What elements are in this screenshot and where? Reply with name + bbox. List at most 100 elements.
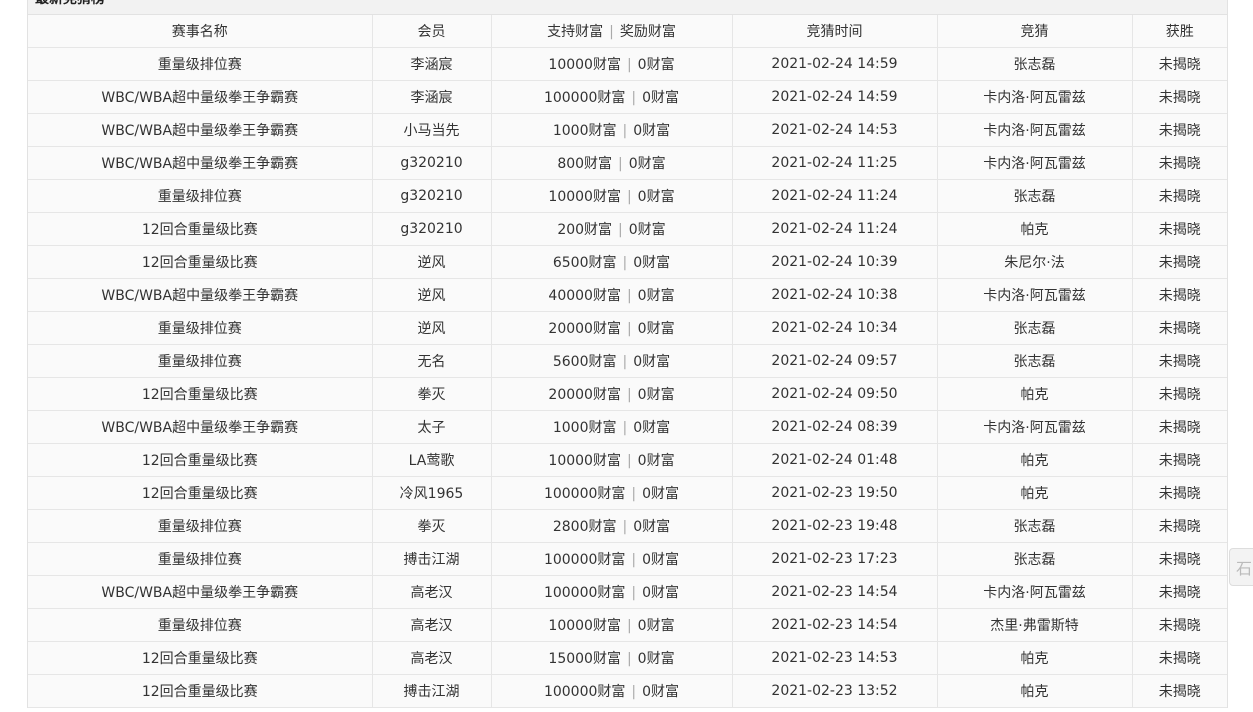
cell-time: 2021-02-24 11:24 — [732, 212, 938, 246]
cell-time: 2021-02-23 13:52 — [732, 674, 938, 708]
table-row: 12回合重量级比赛 高老汉 15000财富 | 0财富 2021-02-23 14:53 帕… — [28, 641, 1227, 675]
cell-time: 2021-02-23 14:54 — [732, 575, 938, 609]
reward-value: 0财富 — [637, 651, 675, 667]
table-row: 重量级排位赛 搏击江湖 100000财富 | 0财富 2021-02-23 17:23 张志… — [28, 542, 1227, 576]
cell-event: 重量级排位赛 — [28, 608, 373, 642]
reward-value: 0财富 — [633, 255, 671, 271]
cell-guess: 帕克 — [937, 212, 1133, 246]
cell-guess: 帕克 — [937, 377, 1133, 411]
cell-time: 2021-02-24 10:34 — [732, 311, 938, 345]
cell-guess: 帕克 — [937, 476, 1133, 510]
support-value: 100000财富 — [543, 585, 626, 601]
support-value: 100000财富 — [543, 552, 626, 568]
support-value: 800财富 — [557, 156, 613, 172]
cell-event: 重量级排位赛 — [28, 47, 373, 81]
cell-member: 高老汉 — [372, 575, 492, 609]
wealth-separator: | — [626, 189, 632, 205]
cell-winner: 未揭晓 — [1132, 212, 1227, 246]
cell-winner: 未揭晓 — [1132, 113, 1227, 147]
cell-winner: 未揭晓 — [1132, 344, 1227, 378]
cell-member: 逆风 — [372, 278, 492, 312]
cell-member: 小马当先 — [372, 113, 492, 147]
table-row: 12回合重量级比赛 搏击江湖 100000财富 | 0财富 2021-02-23 13:5… — [28, 674, 1227, 708]
cell-wealth: 6500财富 | 0财富 — [491, 245, 733, 279]
cell-wealth: 100000财富 | 0财富 — [491, 476, 733, 510]
cell-time: 2021-02-24 11:24 — [732, 179, 938, 213]
support-value: 5600财富 — [552, 354, 617, 370]
cell-winner: 未揭晓 — [1132, 608, 1227, 642]
header-winner: 获胜 — [1132, 15, 1227, 48]
cell-event: 12回合重量级比赛 — [28, 377, 373, 411]
table-row: WBC/WBA超中量级拳王争霸赛 小马当先 1000财富 | 0财富 2021-02-24… — [28, 113, 1227, 147]
support-value: 6500财富 — [552, 255, 617, 271]
cell-event: WBC/WBA超中量级拳王争霸赛 — [28, 146, 373, 180]
cell-member: 高老汉 — [372, 608, 492, 642]
cell-guess: 朱尼尔·法 — [937, 245, 1133, 279]
reward-value: 0财富 — [633, 420, 671, 436]
wealth-separator: | — [631, 684, 637, 700]
wealth-separator: | — [631, 486, 637, 502]
cell-time: 2021-02-23 14:54 — [732, 608, 938, 642]
cell-time: 2021-02-24 14:59 — [732, 80, 938, 114]
cell-member: 太子 — [372, 410, 492, 444]
table-row: 重量级排位赛 高老汉 10000财富 | 0财富 2021-02-23 14:54 杰里·弗… — [28, 608, 1227, 642]
cell-winner: 未揭晓 — [1132, 245, 1227, 279]
cell-event: 重量级排位赛 — [28, 179, 373, 213]
cell-winner: 未揭晓 — [1132, 377, 1227, 411]
reward-value: 0财富 — [628, 156, 666, 172]
cell-wealth: 1000财富 | 0财富 — [491, 410, 733, 444]
support-value: 10000财富 — [548, 189, 621, 205]
cell-winner: 未揭晓 — [1132, 146, 1227, 180]
wealth-separator: | — [622, 123, 628, 139]
wealth-separator: | — [622, 519, 628, 535]
cell-member: 无名 — [372, 344, 492, 378]
cell-winner: 未揭晓 — [1132, 476, 1227, 510]
cell-member: 拳灭 — [372, 509, 492, 543]
cell-member: g320210 — [372, 146, 492, 180]
wealth-separator: | — [622, 255, 628, 271]
table-row: WBC/WBA超中量级拳王争霸赛 逆风 40000财富 | 0财富 2021-02-24 … — [28, 278, 1227, 312]
cell-event: 重量级排位赛 — [28, 344, 373, 378]
wealth-separator: | — [626, 387, 632, 403]
cell-time: 2021-02-24 08:39 — [732, 410, 938, 444]
cell-wealth: 1000财富 | 0财富 — [491, 113, 733, 147]
table-row: 重量级排位赛 拳灭 2800财富 | 0财富 2021-02-23 19:48 张志磊 未揭晓 — [28, 509, 1227, 543]
reward-value: 0财富 — [642, 684, 680, 700]
cell-time: 2021-02-24 10:39 — [732, 245, 938, 279]
cell-winner: 未揭晓 — [1132, 674, 1227, 708]
cell-member: 逆风 — [372, 311, 492, 345]
side-scroll-tab[interactable]: 石 — [1229, 548, 1253, 586]
table-header-row: 赛事名称 会员 支持财富 | 奖励财富 竞猜时间 竞猜 获胜 — [28, 15, 1227, 48]
cell-time: 2021-02-24 11:25 — [732, 146, 938, 180]
table-row: 重量级排位赛 g320210 10000财富 | 0财富 2021-02-24 11:24… — [28, 179, 1227, 213]
cell-wealth: 200财富 | 0财富 — [491, 212, 733, 246]
reward-value: 0财富 — [628, 222, 666, 238]
header-event: 赛事名称 — [28, 15, 373, 48]
cell-member: g320210 — [372, 212, 492, 246]
header-wealth: 支持财富 | 奖励财富 — [491, 15, 733, 48]
wealth-separator: | — [626, 57, 632, 73]
cell-winner: 未揭晓 — [1132, 443, 1227, 477]
cell-guess: 帕克 — [937, 674, 1133, 708]
cell-wealth: 800财富 | 0财富 — [491, 146, 733, 180]
cell-event: WBC/WBA超中量级拳王争霸赛 — [28, 278, 373, 312]
wealth-separator: | — [622, 354, 628, 370]
table-row: 12回合重量级比赛 LA莺歌 10000财富 | 0财富 2021-02-24 01:48… — [28, 443, 1227, 477]
cell-winner: 未揭晓 — [1132, 410, 1227, 444]
guess-table: 赛事名称 会员 支持财富 | 奖励财富 竞猜时间 竞猜 获胜 重量级排位赛 李涵宸 10… — [28, 15, 1227, 708]
cell-event: WBC/WBA超中量级拳王争霸赛 — [28, 80, 373, 114]
cell-member: 李涵宸 — [372, 80, 492, 114]
table-row: 重量级排位赛 李涵宸 10000财富 | 0财富 2021-02-24 14:59 张志磊未… — [28, 47, 1227, 81]
wealth-separator: | — [631, 585, 637, 601]
cell-winner: 未揭晓 — [1132, 278, 1227, 312]
cell-winner: 未揭晓 — [1132, 575, 1227, 609]
cell-guess: 卡内洛·阿瓦雷兹 — [937, 278, 1133, 312]
cell-event: 12回合重量级比赛 — [28, 476, 373, 510]
support-value: 10000财富 — [548, 57, 621, 73]
wealth-separator: | — [631, 90, 637, 106]
reward-value: 0财富 — [637, 387, 675, 403]
cell-wealth: 100000财富 | 0财富 — [491, 80, 733, 114]
cell-member: 拳灭 — [372, 377, 492, 411]
cell-event: WBC/WBA超中量级拳王争霸赛 — [28, 410, 373, 444]
table-row: 12回合重量级比赛 冷风1965 100000财富 | 0财富 2021-02-23 19… — [28, 476, 1227, 510]
